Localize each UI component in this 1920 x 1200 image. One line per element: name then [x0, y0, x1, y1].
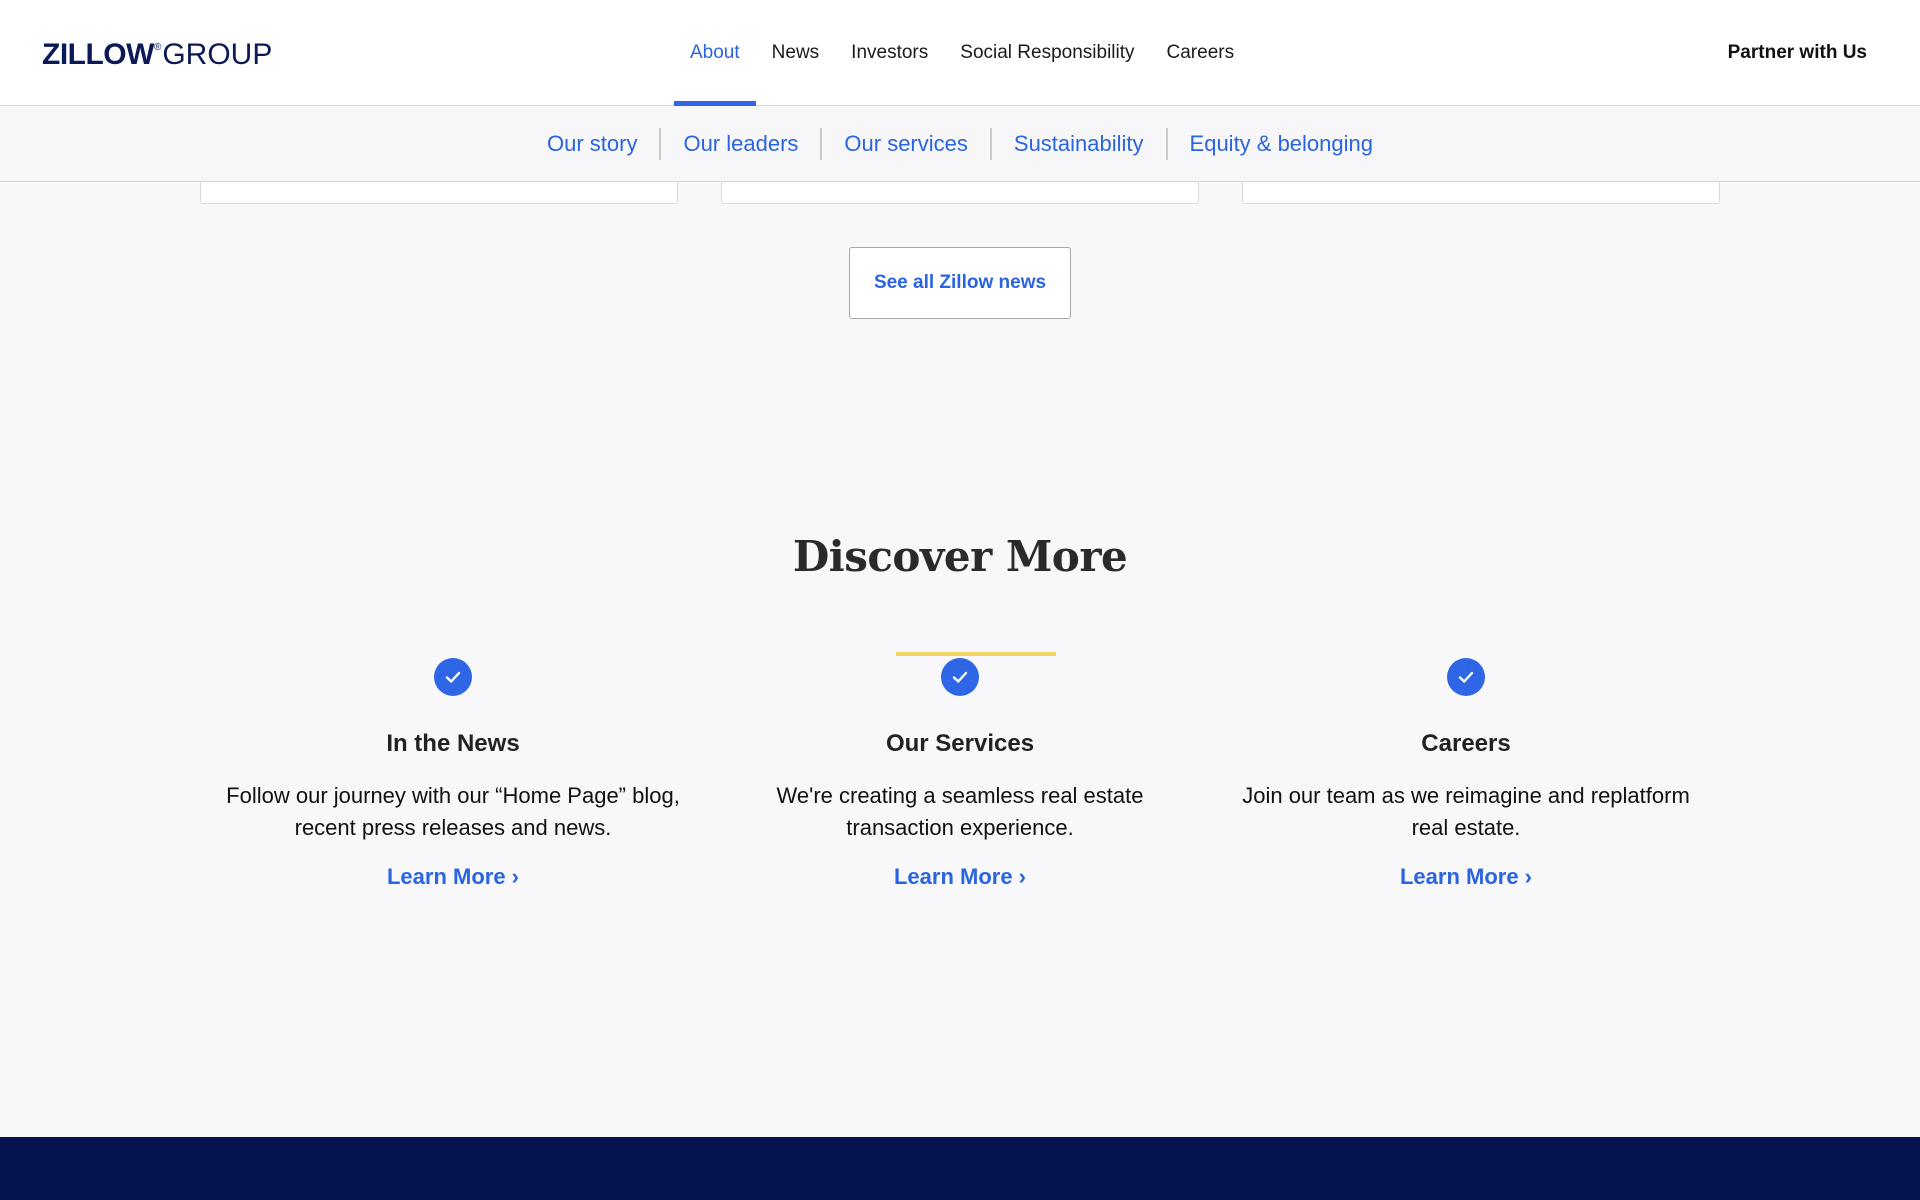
feature-title: In the News: [386, 730, 520, 757]
logo-registered-mark: ®: [153, 42, 162, 53]
subnav-our-story[interactable]: Our story: [525, 128, 659, 160]
learn-more-link[interactable]: Learn More ›: [1226, 864, 1706, 890]
nav-social-responsibility[interactable]: Social Responsibility: [944, 0, 1150, 106]
feature-careers: Careers Join our team as we reimagine an…: [1226, 652, 1706, 890]
main-nav: About News Investors Social Responsibili…: [674, 0, 1250, 106]
learn-more-link[interactable]: Learn More ›: [213, 864, 693, 890]
feature-title: Our Services: [885, 730, 1035, 757]
nav-about[interactable]: About: [674, 0, 756, 106]
feature-description: Join our team as we reimagine and replat…: [1242, 783, 1690, 840]
feature-description: Follow our journey with our “Home Page” …: [226, 783, 680, 840]
top-header: ZILLOW ® GROUP About News Investors Soci…: [0, 0, 1920, 106]
subnav-our-leaders[interactable]: Our leaders: [661, 128, 820, 160]
feature-description: We're creating a seamless real estate tr…: [776, 783, 1144, 840]
highlight-bar: [896, 652, 1056, 656]
subnav-equity-belonging[interactable]: Equity & belonging: [1168, 128, 1395, 160]
zillow-group-logo[interactable]: ZILLOW ® GROUP: [42, 38, 273, 71]
feature-title: Careers: [1421, 730, 1511, 757]
logo-group-text: GROUP: [162, 38, 273, 71]
logo-zillow-text: ZILLOW: [42, 38, 154, 71]
see-all-news-button[interactable]: See all Zillow news: [849, 247, 1071, 319]
nav-news[interactable]: News: [756, 0, 836, 106]
check-circle-icon: [941, 658, 979, 696]
learn-more-link[interactable]: Learn More ›: [720, 864, 1200, 890]
subnav-our-services[interactable]: Our services: [822, 128, 989, 160]
check-circle-icon: [1447, 658, 1485, 696]
site-footer: [0, 1137, 1920, 1200]
feature-our-services: Our Services We're creating a seamless r…: [720, 652, 1200, 890]
nav-investors[interactable]: Investors: [835, 0, 944, 106]
discover-more-heading: Discover More: [792, 532, 1128, 581]
subnav-sustainability[interactable]: Sustainability: [992, 128, 1166, 160]
feature-in-the-news: In the News Follow our journey with our …: [213, 652, 693, 890]
nav-careers[interactable]: Careers: [1151, 0, 1251, 106]
partner-with-us-link[interactable]: Partner with Us: [1728, 0, 1867, 106]
check-circle-icon: [434, 658, 472, 696]
about-subnav: Our story Our leaders Our services Susta…: [0, 106, 1920, 182]
